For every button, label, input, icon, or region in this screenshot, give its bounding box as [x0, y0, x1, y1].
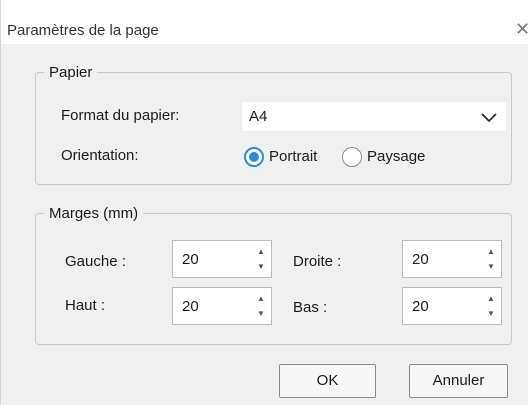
decrement-icon[interactable]: ▼ — [485, 309, 497, 319]
orientation-portrait-radio[interactable] — [244, 147, 264, 167]
margin-bottom-label: Bas : — [293, 299, 328, 316]
page-setup-dialog: Paramètres de la page ✕ Papier Format du… — [0, 0, 528, 405]
cancel-button[interactable]: Annuler — [409, 364, 508, 398]
paper-group-label: Papier — [49, 64, 93, 81]
margin-right-stepper[interactable]: 20 ▲ ▼ — [402, 240, 502, 278]
chevron-down-icon — [481, 113, 497, 123]
orientation-landscape-label[interactable]: Paysage — [367, 148, 425, 165]
margin-right-label: Droite : — [293, 253, 342, 270]
margin-top-value: 20 — [182, 298, 199, 315]
margin-right-value: 20 — [412, 251, 429, 268]
margin-left-value: 20 — [182, 251, 199, 268]
title-bar: Paramètres de la page ✕ — [1, 0, 528, 44]
paper-format-value: A4 — [249, 108, 268, 125]
decrement-icon[interactable]: ▼ — [255, 309, 267, 319]
dialog-title: Paramètres de la page — [7, 22, 159, 39]
increment-icon[interactable]: ▲ — [485, 294, 497, 304]
margin-top-label: Haut : — [65, 297, 106, 314]
close-icon[interactable]: ✕ — [515, 18, 528, 40]
increment-icon[interactable]: ▲ — [255, 247, 267, 257]
margins-group-label: Marges (mm) — [49, 205, 139, 222]
orientation-label: Orientation: — [61, 147, 139, 164]
margin-bottom-stepper[interactable]: 20 ▲ ▼ — [402, 287, 502, 325]
margin-bottom-value: 20 — [412, 298, 429, 315]
decrement-icon[interactable]: ▼ — [255, 262, 267, 272]
paper-format-select[interactable]: A4 — [241, 101, 507, 132]
margin-left-stepper[interactable]: 20 ▲ ▼ — [172, 240, 272, 278]
decrement-icon[interactable]: ▼ — [485, 262, 497, 272]
ok-button[interactable]: OK — [279, 364, 376, 398]
increment-icon[interactable]: ▲ — [485, 247, 497, 257]
orientation-portrait-label[interactable]: Portrait — [269, 148, 317, 165]
margin-top-stepper[interactable]: 20 ▲ ▼ — [172, 287, 272, 325]
increment-icon[interactable]: ▲ — [255, 294, 267, 304]
margin-left-label: Gauche : — [65, 253, 126, 270]
orientation-landscape-radio[interactable] — [342, 147, 362, 167]
paper-format-label: Format du papier: — [61, 107, 180, 124]
